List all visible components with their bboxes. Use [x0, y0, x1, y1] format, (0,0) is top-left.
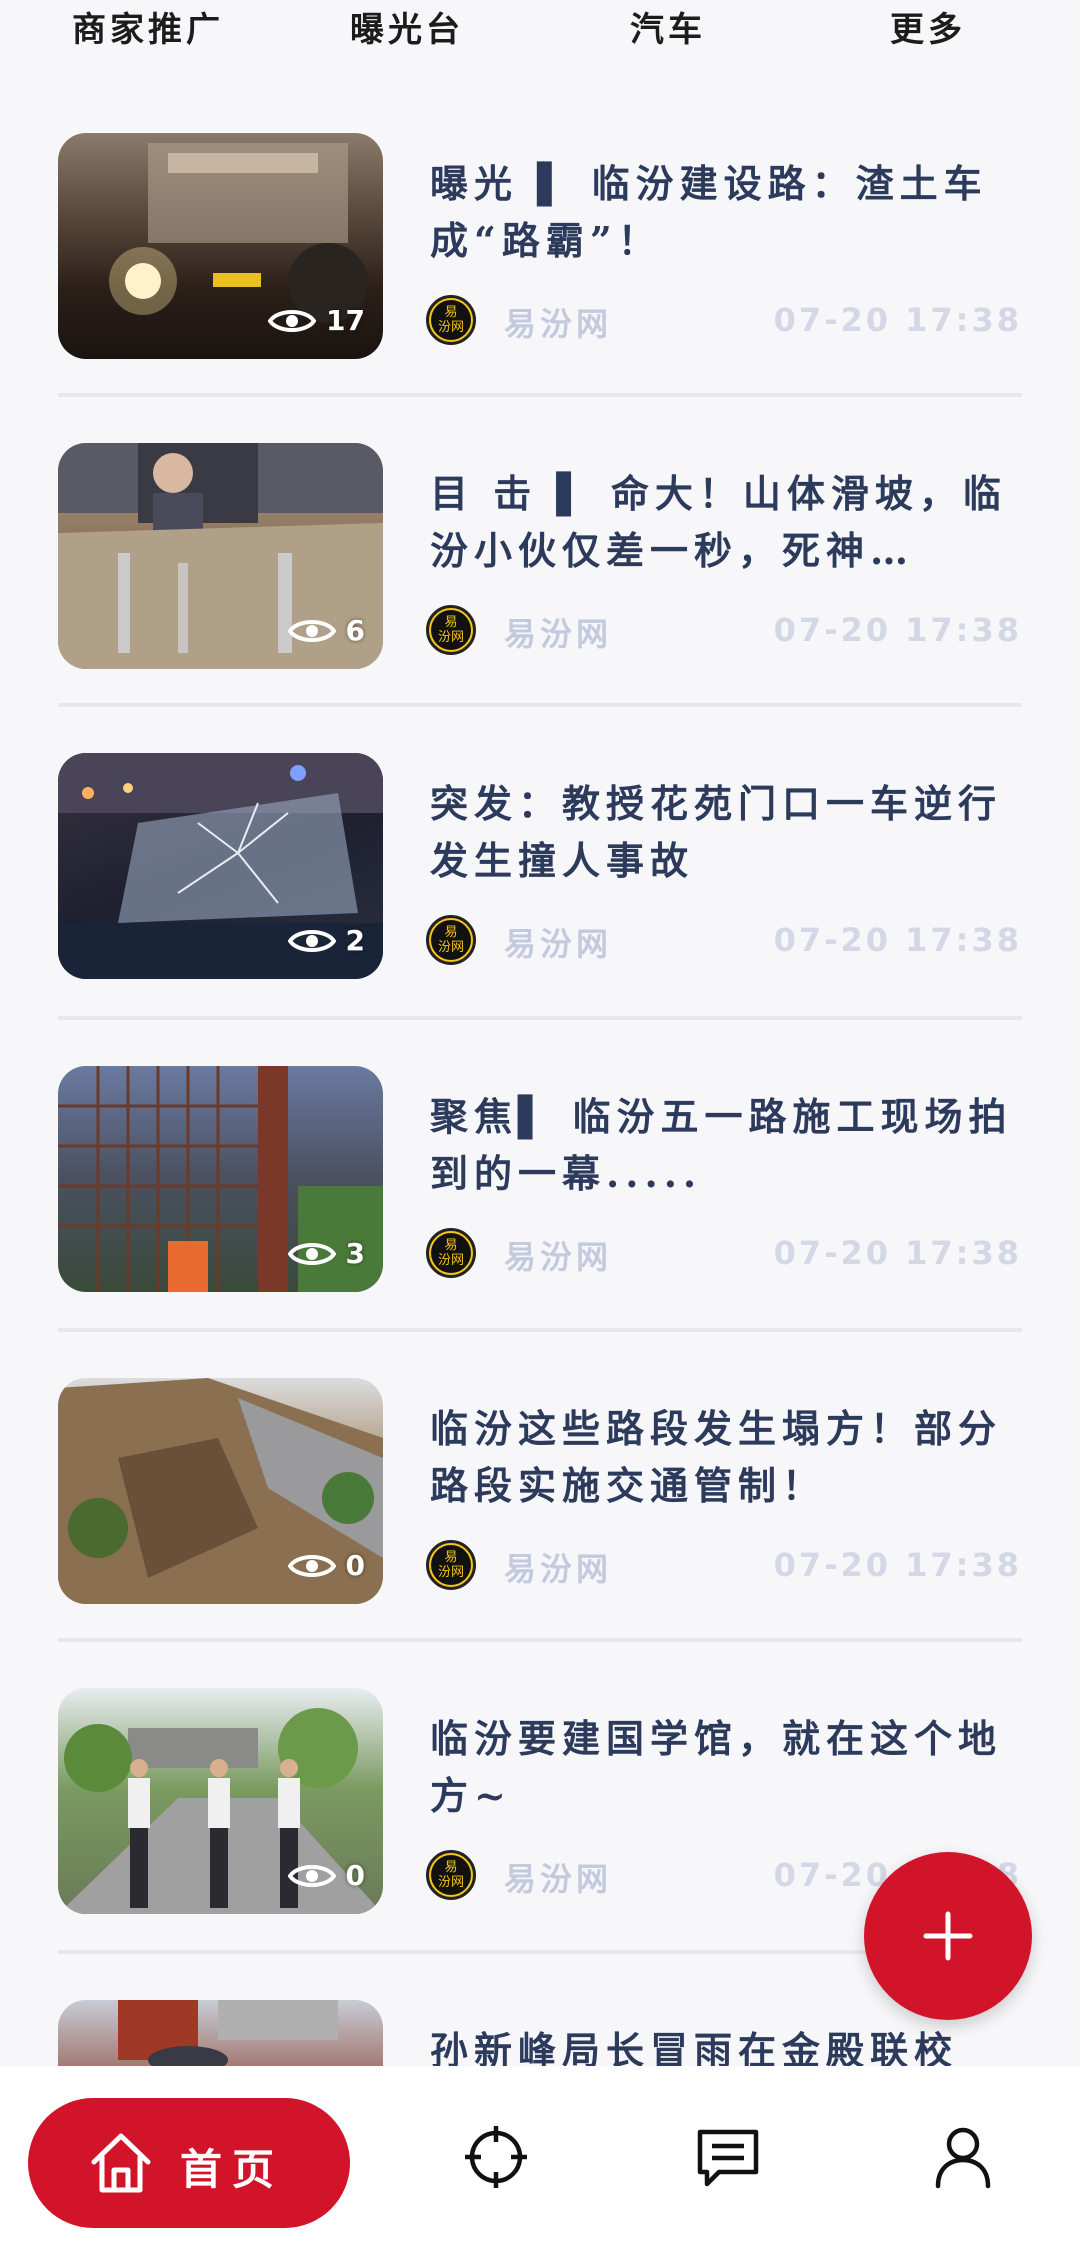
article-card[interactable]: 0 临汾这些路段发生塌方！部分路段实施交通管制！ 易汾网 易汾网 07-20 1…: [58, 1378, 1022, 1604]
source-name: 易汾网: [504, 615, 613, 653]
tab-more[interactable]: 更多: [890, 0, 966, 60]
divider: [58, 1638, 1022, 1642]
nav-home-label: 首页: [180, 2145, 285, 2194]
article-thumbnail: 3: [58, 1066, 383, 1292]
divider: [58, 1328, 1022, 1332]
article-title[interactable]: 突发：教授花苑门口一车逆行发生撞人事故: [430, 775, 1022, 889]
view-count-value: 17: [326, 304, 365, 337]
publish-time: 07-20 17:38: [773, 921, 1022, 959]
view-count: 0: [287, 1859, 365, 1892]
view-count: 2: [287, 924, 365, 957]
article-meta: 易汾网 易汾网 07-20 17:38: [426, 913, 1022, 969]
home-icon: [91, 2133, 151, 2193]
source-logo: 易汾网: [426, 605, 476, 655]
source-logo: 易汾网: [426, 915, 476, 965]
article-thumbnail: 6: [58, 443, 383, 669]
article-thumbnail: 0: [58, 1688, 383, 1914]
source-name: 易汾网: [504, 1550, 613, 1588]
article-title[interactable]: 目 击 ▌ 命大！山体滑坡，临汾小伙仅差一秒，死神…: [430, 465, 1022, 579]
article-card[interactable]: 6 目 击 ▌ 命大！山体滑坡，临汾小伙仅差一秒，死神… 易汾网 易汾网 07-…: [58, 443, 1022, 669]
source-name: 易汾网: [504, 1860, 613, 1898]
message-icon: [697, 2129, 759, 2187]
nav-home-button[interactable]: 首页: [28, 2098, 350, 2228]
article-meta: 易汾网 易汾网 07-20 17:38: [426, 1538, 1022, 1594]
eye-icon: [287, 929, 336, 952]
article-card[interactable]: 0 临汾要建国学馆，就在这个地方~ 易汾网 易汾网 07-20 17:38: [58, 1688, 1022, 1914]
eye-icon: [287, 1554, 336, 1577]
article-card[interactable]: 17 曝光 ▌ 临汾建设路：渣土车成“路霸”！ 易汾网 易汾网 07-20 17…: [58, 133, 1022, 359]
article-title[interactable]: 临汾要建国学馆，就在这个地方~: [430, 1710, 1022, 1824]
view-count-value: 3: [345, 1237, 365, 1270]
article-thumbnail: 2: [58, 753, 383, 979]
article-meta: 易汾网 易汾网 07-20 17:38: [426, 293, 1022, 349]
top-category-tabs: 商家推广 曝光台 汽车 更多: [0, 0, 1080, 60]
source-logo: 易汾网: [426, 295, 476, 345]
publish-time: 07-20 17:38: [773, 1546, 1022, 1584]
nav-messages-button[interactable]: [695, 2124, 761, 2190]
source-name: 易汾网: [504, 925, 613, 963]
article-card[interactable]: 3 聚焦▌ 临汾五一路施工现场拍到的一幕..... 易汾网 易汾网 07-20 …: [58, 1066, 1022, 1292]
divider: [58, 1016, 1022, 1020]
source-logo: 易汾网: [426, 1540, 476, 1590]
article-thumbnail: 0: [58, 1378, 383, 1604]
article-thumbnail: 17: [58, 133, 383, 359]
divider: [58, 393, 1022, 397]
nav-discover-button[interactable]: [463, 2124, 529, 2190]
article-meta: 易汾网 易汾网 07-20 17:38: [426, 1226, 1022, 1282]
source-name: 易汾网: [504, 305, 613, 343]
source-logo: 易汾网: [426, 1850, 476, 1900]
source-logo: 易汾网: [426, 1228, 476, 1278]
crosshair-icon: [465, 2126, 527, 2188]
article-card[interactable]: 2 突发：教授花苑门口一车逆行发生撞人事故 易汾网 易汾网 07-20 17:3…: [58, 753, 1022, 979]
view-count-value: 0: [345, 1549, 365, 1582]
eye-icon: [287, 619, 336, 642]
view-count-value: 2: [345, 924, 365, 957]
eye-icon: [287, 1864, 336, 1887]
view-count-value: 6: [345, 614, 365, 647]
article-title[interactable]: 聚焦▌ 临汾五一路施工现场拍到的一幕.....: [430, 1088, 1022, 1202]
article-meta: 易汾网 易汾网 07-20 17:38: [426, 603, 1022, 659]
view-count: 3: [287, 1237, 365, 1270]
view-count-value: 0: [345, 1859, 365, 1892]
eye-icon: [287, 1242, 336, 1265]
publish-time: 07-20 17:38: [773, 1234, 1022, 1272]
user-icon: [935, 2127, 991, 2189]
nav-profile-button[interactable]: [930, 2124, 996, 2190]
tab-car[interactable]: 汽车: [630, 0, 706, 60]
view-count: 6: [287, 614, 365, 647]
article-title[interactable]: 曝光 ▌ 临汾建设路：渣土车成“路霸”！: [430, 155, 1022, 269]
view-count: 0: [287, 1549, 365, 1582]
source-name: 易汾网: [504, 1238, 613, 1276]
eye-icon: [268, 309, 317, 332]
divider: [58, 703, 1022, 707]
plus-icon: [923, 1911, 973, 1961]
publish-time: 07-20 17:38: [773, 301, 1022, 339]
add-post-button[interactable]: [864, 1852, 1032, 2020]
tab-merchant-promo[interactable]: 商家推广: [72, 0, 224, 60]
article-title[interactable]: 临汾这些路段发生塌方！部分路段实施交通管制！: [430, 1400, 1022, 1514]
tab-exposure[interactable]: 曝光台: [350, 0, 464, 60]
bottom-nav-bar: 首页: [0, 2066, 1080, 2247]
view-count: 17: [268, 304, 365, 337]
publish-time: 07-20 17:38: [773, 611, 1022, 649]
